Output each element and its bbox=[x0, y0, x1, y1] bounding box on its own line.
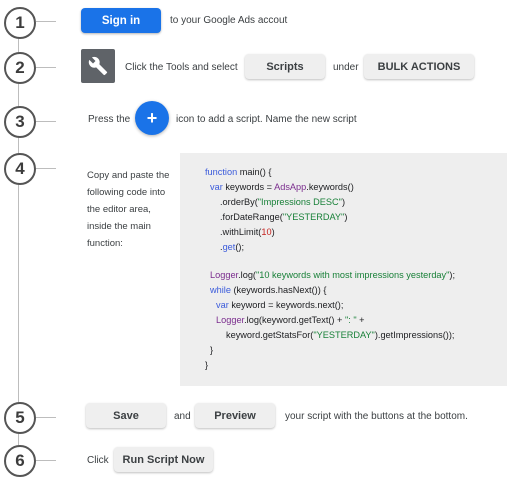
instruction-line: inside the main bbox=[87, 221, 151, 232]
step-2-text: Click the Tools and select bbox=[125, 62, 238, 73]
step-2-connector bbox=[36, 67, 56, 68]
code-line: } bbox=[210, 345, 214, 355]
step-6-connector bbox=[36, 460, 56, 461]
instruction-line: following code into bbox=[87, 187, 166, 198]
code-block: function main() { var keywords = AdsApp.… bbox=[180, 153, 507, 386]
code-line: var keyword = keywords.next(); bbox=[216, 300, 344, 310]
code-line: .get(); bbox=[220, 242, 245, 252]
code-line: .forDateRange("YESTERDAY") bbox=[220, 212, 348, 222]
code-line: Logger.log("10 keywords with most impres… bbox=[210, 270, 456, 280]
step-5-badge: 5 bbox=[4, 402, 36, 434]
step-1-connector bbox=[36, 21, 56, 22]
scripts-button[interactable]: Scripts bbox=[245, 54, 325, 79]
step-5-and: and bbox=[174, 411, 191, 422]
step-5-connector bbox=[36, 417, 56, 418]
step-5-text: your script with the buttons at the bott… bbox=[285, 411, 468, 422]
add-script-button[interactable]: + bbox=[135, 101, 169, 135]
save-label: Save bbox=[113, 409, 139, 422]
step-6-text: Click bbox=[87, 455, 109, 466]
step-6-number: 6 bbox=[15, 451, 25, 470]
step-3-connector bbox=[36, 121, 56, 122]
code-line: while (keywords.hasNext()) { bbox=[210, 285, 327, 295]
instruction-line: Copy and paste the bbox=[87, 170, 170, 181]
run-script-now-label: Run Script Now bbox=[122, 453, 205, 466]
sign-in-button[interactable]: Sign in bbox=[81, 8, 161, 33]
step-3-text-after: icon to add a script. Name the new scrip… bbox=[176, 114, 357, 125]
step-3-number: 3 bbox=[15, 112, 25, 131]
step-6-badge: 6 bbox=[4, 445, 36, 477]
step-5-number: 5 bbox=[15, 408, 25, 427]
scripts-label: Scripts bbox=[266, 60, 304, 73]
step-3-badge: 3 bbox=[4, 106, 36, 138]
step-4-connector bbox=[36, 168, 56, 169]
step-1-badge: 1 bbox=[4, 7, 36, 39]
bulk-actions-button[interactable]: BULK ACTIONS bbox=[364, 54, 474, 79]
step-4-badge: 4 bbox=[4, 153, 36, 185]
instruction-line: function: bbox=[87, 238, 123, 249]
bulk-actions-label: BULK ACTIONS bbox=[377, 60, 461, 73]
step-2-number: 2 bbox=[15, 58, 25, 77]
step-2-badge: 2 bbox=[4, 52, 36, 84]
save-button[interactable]: Save bbox=[86, 403, 166, 428]
run-script-now-button[interactable]: Run Script Now bbox=[114, 447, 213, 472]
wrench-icon bbox=[88, 56, 108, 76]
instruction-line: the editor area, bbox=[87, 204, 151, 215]
tools-button[interactable] bbox=[81, 49, 115, 83]
code-line: .orderBy("Impressions DESC") bbox=[220, 197, 345, 207]
code-line: .withLimit(10) bbox=[220, 227, 275, 237]
code-line: var keywords = AdsApp.keywords() bbox=[210, 182, 354, 192]
code-line: keyword.getStatsFor("YESTERDAY").getImpr… bbox=[226, 330, 455, 340]
code-line: } bbox=[205, 360, 209, 370]
timeline-line bbox=[18, 30, 19, 452]
step-3-text-before: Press the bbox=[88, 114, 131, 125]
preview-button[interactable]: Preview bbox=[195, 403, 275, 428]
step-2-under: under bbox=[333, 62, 359, 73]
code-line: function main() { bbox=[205, 167, 272, 177]
plus-icon: + bbox=[146, 107, 158, 128]
preview-label: Preview bbox=[214, 409, 256, 422]
step-4-instructions: Copy and paste the following code into t… bbox=[87, 167, 175, 252]
step-1-text: to your Google Ads accout bbox=[170, 15, 288, 26]
sign-in-label: Sign in bbox=[101, 14, 141, 27]
code-line: Logger.log(keyword.getText() + ": " + bbox=[216, 315, 365, 325]
step-1-number: 1 bbox=[15, 13, 25, 32]
step-4-number: 4 bbox=[15, 159, 25, 178]
